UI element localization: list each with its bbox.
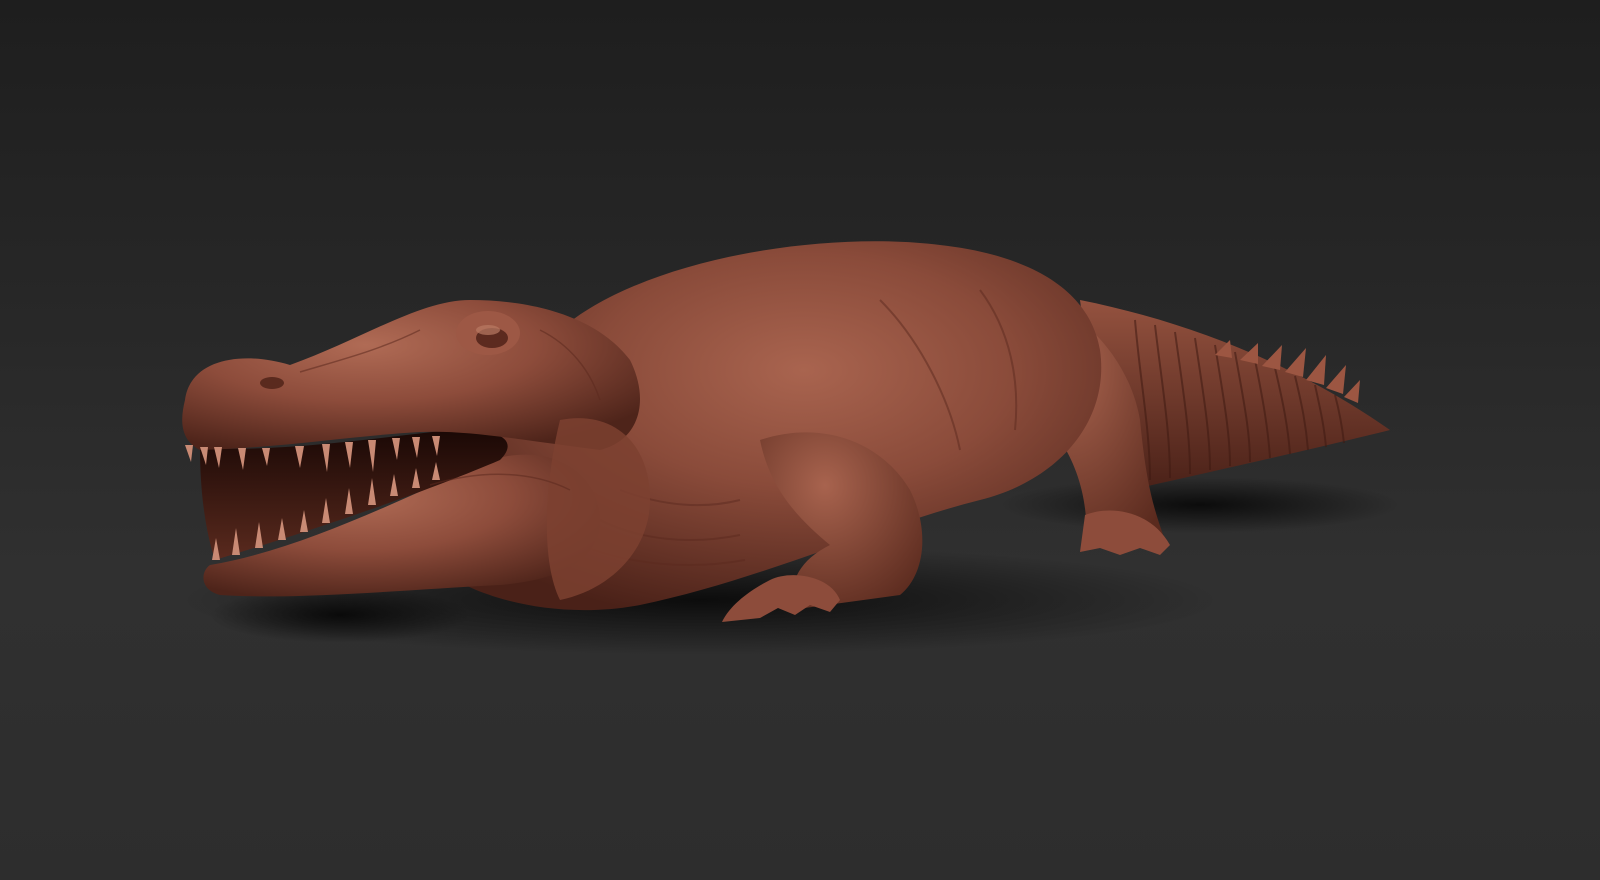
model-nostril (260, 377, 284, 389)
model-eye (456, 311, 520, 355)
3d-viewport[interactable] (0, 0, 1600, 880)
viewport-canvas[interactable] (0, 0, 1600, 880)
